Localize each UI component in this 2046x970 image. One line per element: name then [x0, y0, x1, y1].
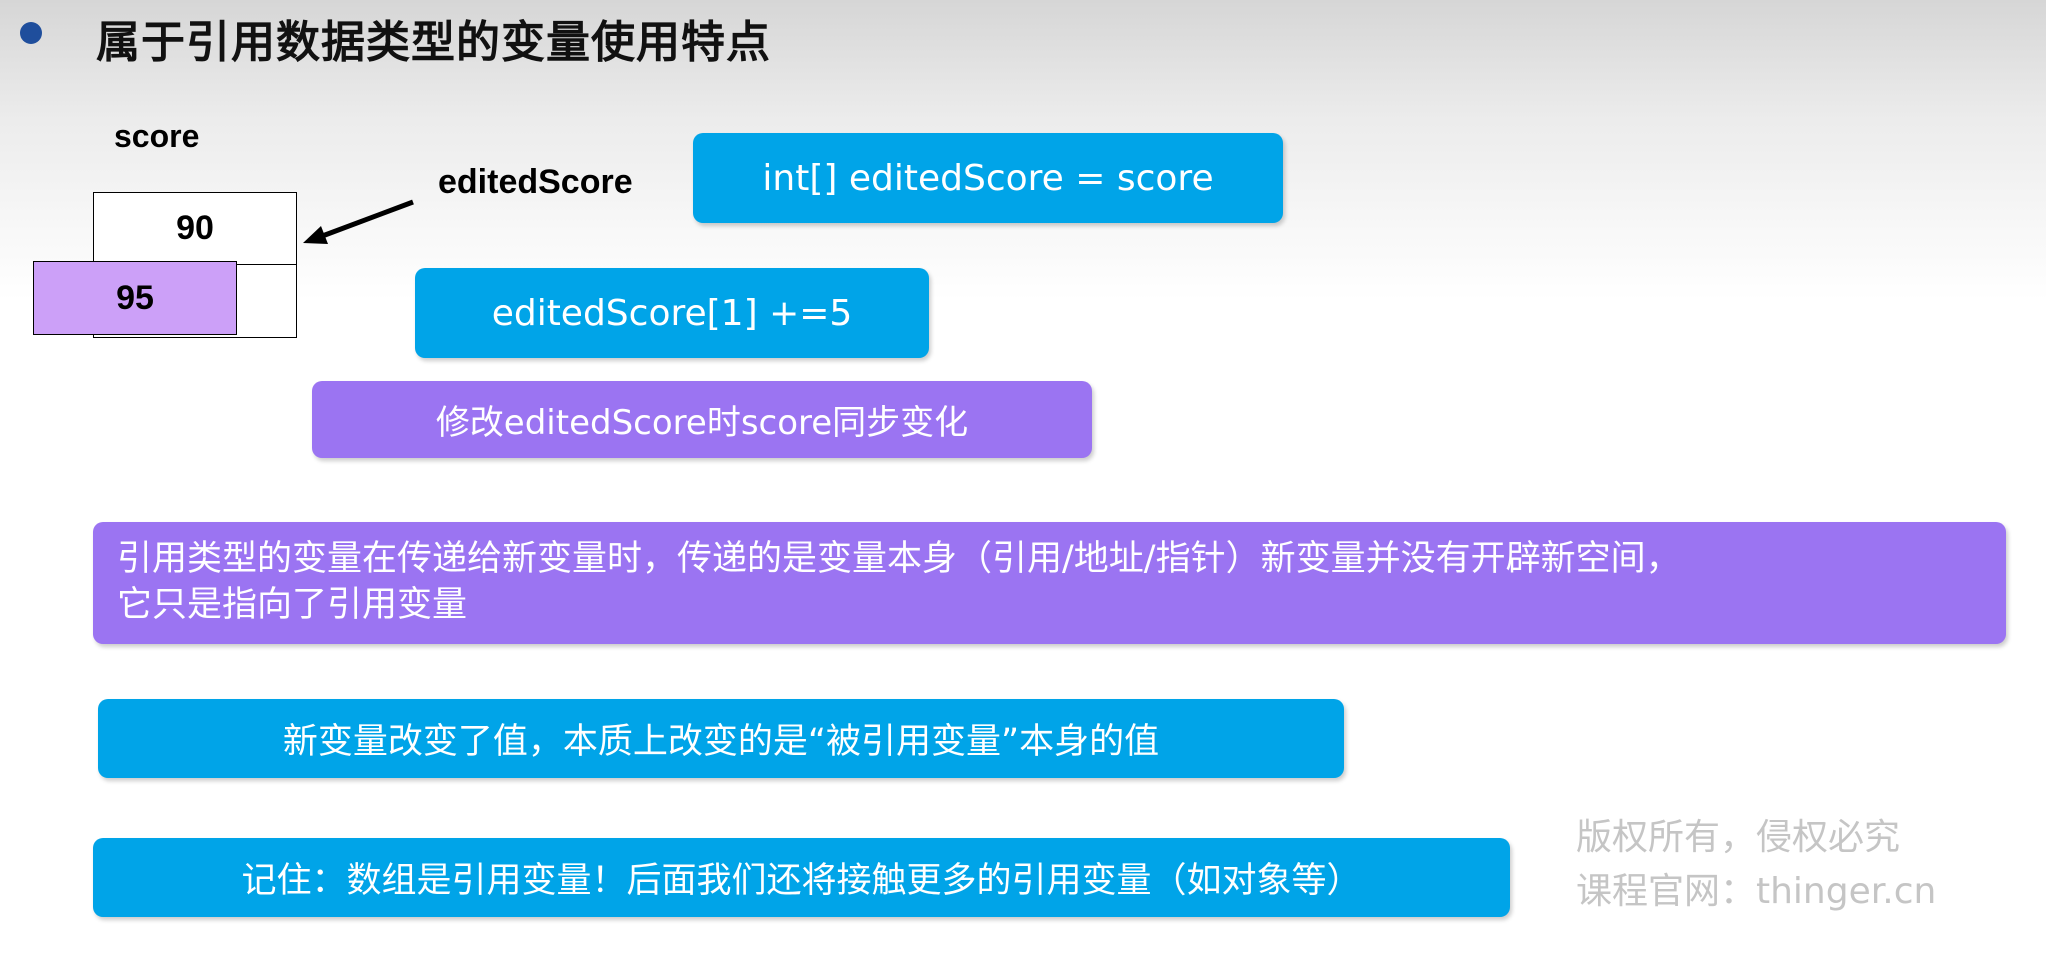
watermark-copyright: 版权所有，侵权必究 — [1576, 817, 1901, 858]
remember-box: 记住：数组是引用变量！后面我们还将接触更多的引用变量（如对象等） — [93, 838, 1510, 917]
value-change-box: 新变量改变了值，本质上改变的是“被引用变量”本身的值 — [98, 699, 1344, 778]
sync-note-box: 修改editedScore时score同步变化 — [312, 381, 1092, 458]
array-cell-top: 90 — [93, 192, 297, 265]
explanation-box: 引用类型的变量在传递给新变量时，传递的是变量本身（引用/地址/指针）新变量并没有… — [93, 522, 2006, 644]
edited-score-label: editedScore — [438, 163, 633, 201]
pointer-arrow-icon — [303, 199, 414, 244]
array-cell-modified: 95 — [33, 261, 237, 335]
code-assign-box: int[] editedScore = score — [693, 133, 1283, 223]
code-modify-box: editedScore[1] +=5 — [415, 268, 929, 358]
explanation-line-2: 它只是指向了引用变量 — [117, 585, 468, 625]
slide-title: 属于引用数据类型的变量使用特点 — [96, 17, 771, 68]
score-label: score — [114, 118, 200, 154]
watermark-website: 课程官网：thinger.cn — [1576, 871, 1937, 912]
explanation-line-1: 引用类型的变量在传递给新变量时，传递的是变量本身（引用/地址/指针）新变量并没有… — [117, 539, 1681, 579]
title-bullet-icon — [20, 22, 42, 44]
